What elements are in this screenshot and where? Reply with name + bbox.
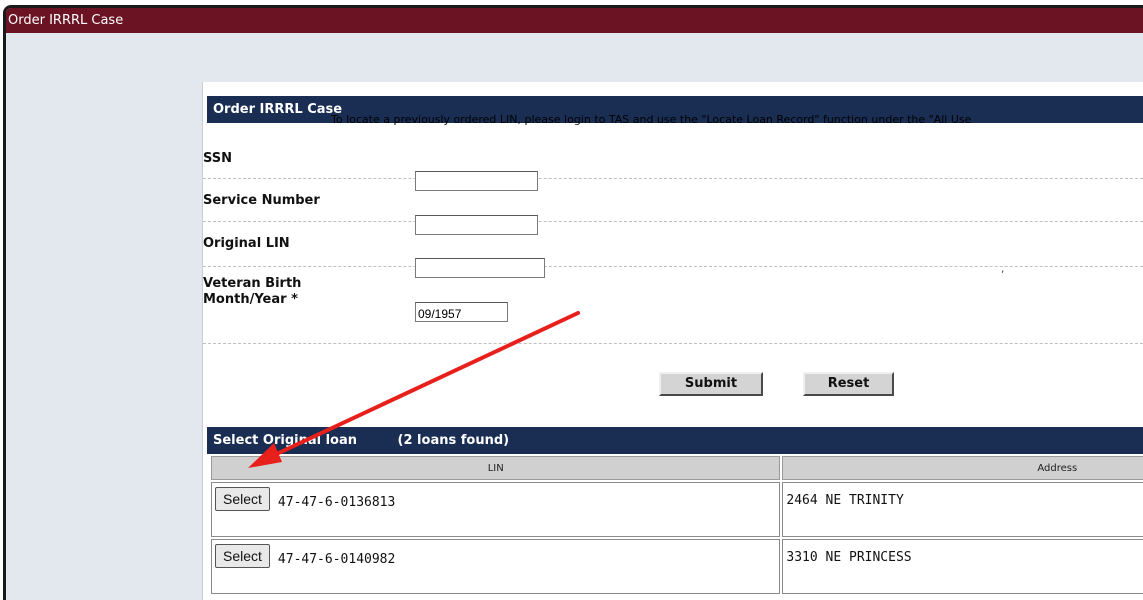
lin-cell: Select 47-47-6-0140982	[211, 539, 781, 594]
select-loan-button[interactable]: Select	[215, 544, 270, 568]
original-lin-row: Original LIN	[203, 222, 1143, 278]
select-loan-header: Select Original loan (2 loans found)	[207, 427, 1143, 454]
birth-label-line2: Month/Year *	[203, 292, 298, 307]
service-number-row: Service Number	[203, 179, 1143, 235]
address-value: 3310 NE PRINCESS	[786, 550, 912, 565]
lin-value: 47-47-6-0140982	[277, 552, 396, 567]
original-lin-label: Original LIN	[203, 236, 290, 251]
birth-label: Veteran Birth Month/Year *	[203, 276, 301, 308]
window-title: Order IRRRL Case	[6, 8, 1143, 33]
table-row: Select 47-47-6-0140982 3310 NE PRINCESS	[211, 539, 1143, 594]
locate-lin-notice: To locate a previously ordered LIN, plea…	[331, 113, 972, 126]
reset-button[interactable]: Reset	[803, 372, 894, 396]
service-number-label: Service Number	[203, 193, 320, 208]
order-irrrl-panel: Order IRRRL Case To locate a previously …	[202, 82, 1143, 600]
select-loan-title: Select Original loan	[213, 433, 358, 448]
column-header-lin: LIN	[211, 456, 781, 480]
birth-label-line1: Veteran Birth	[203, 276, 302, 291]
ssn-row: SSN	[203, 137, 1143, 191]
ssn-label: SSN	[203, 151, 233, 166]
table-row: Select 47-47-6-0136813 2464 NE TRINITY	[211, 482, 1143, 537]
submit-button[interactable]: Submit	[659, 372, 763, 396]
column-header-address: Address	[782, 456, 1143, 480]
address-value: 2464 NE TRINITY	[786, 493, 904, 508]
lin-cell: Select 47-47-6-0136813	[211, 482, 781, 537]
browser-window: Order IRRRL Case Order IRRRL Case To loc…	[3, 5, 1143, 600]
loans-table: LIN Address Select 47-47-6-0136813 2464 N…	[209, 454, 1143, 596]
address-cell: 2464 NE TRINITY	[782, 482, 1143, 537]
birth-month-year-input[interactable]	[415, 302, 508, 322]
address-cell: 3310 NE PRINCESS	[782, 539, 1143, 594]
birth-row: Veteran Birth Month/Year *	[203, 267, 1143, 344]
loans-found-count: (2 loans found)	[397, 433, 510, 448]
select-loan-button[interactable]: Select	[215, 487, 270, 511]
lin-value: 47-47-6-0136813	[277, 495, 396, 510]
